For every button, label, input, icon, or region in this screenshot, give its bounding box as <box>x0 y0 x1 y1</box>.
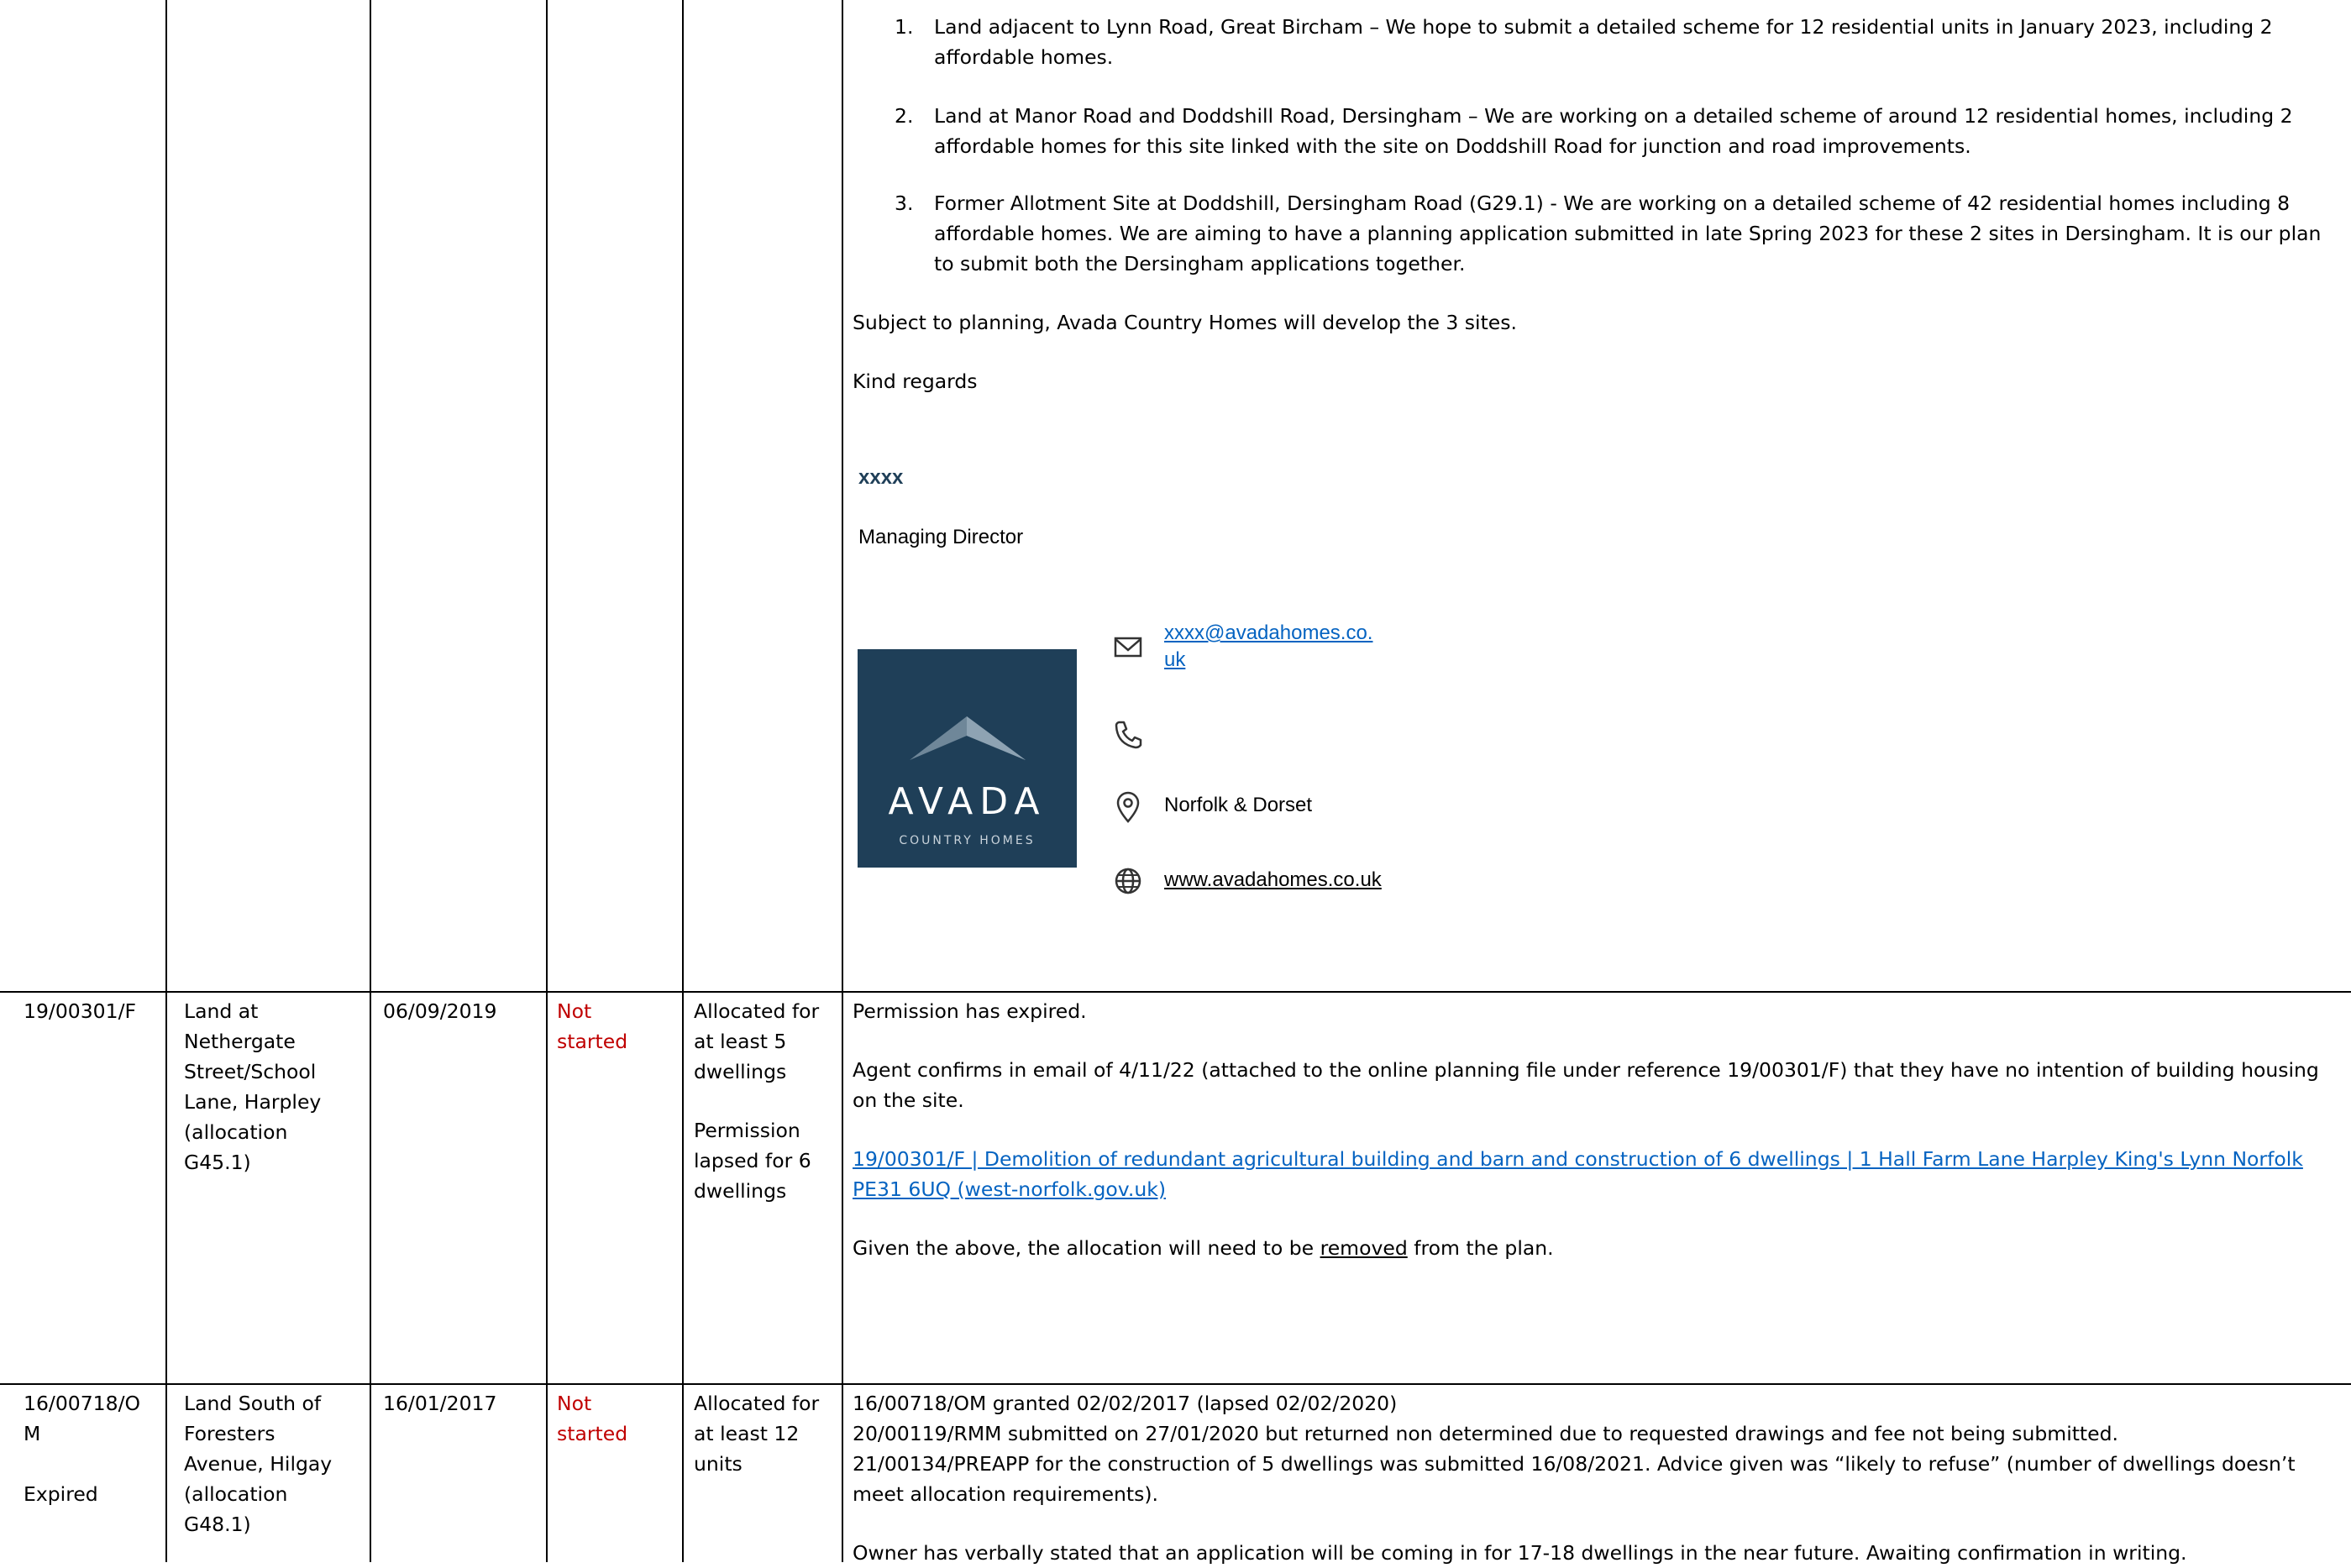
list-item: 3. Former Allotment Site at Doddshill, D… <box>853 188 2339 279</box>
signature-name: xxxx <box>858 466 904 489</box>
list-item-text: Former Allotment Site at Doddshill, Ders… <box>934 191 2322 275</box>
list-item: 1. Land adjacent to Lynn Road, Great Bir… <box>853 12 2339 72</box>
col-divider <box>370 0 371 1562</box>
globe-icon <box>1115 868 1141 894</box>
hilgay-site: Land South of Foresters Avenue, Hilgay (… <box>184 1392 333 1536</box>
harpley-status: Not started <box>557 999 628 1053</box>
signature-role: Managing Director <box>858 526 1024 548</box>
row-divider <box>0 1383 2351 1385</box>
website-link[interactable]: www.avadahomes.co.uk <box>1164 867 1382 894</box>
hilgay-ref: 16/00718/O M Expired <box>24 1392 140 1506</box>
phone-icon <box>1115 721 1142 749</box>
location-text: Norfolk & Dorset <box>1164 794 1313 816</box>
col-divider <box>842 0 843 1562</box>
hilgay-comments: 16/00718/OM granted 02/02/2017 (lapsed 0… <box>853 1392 2296 1565</box>
subject-text: Subject to planning, Avada Country Homes… <box>853 311 1517 334</box>
hilgay-allocation: Allocated for at least 12 units <box>694 1392 820 1476</box>
removal-note: Given the above, the allocation will nee… <box>853 1236 1554 1260</box>
col-divider <box>546 0 548 1562</box>
avada-logo: AVADA COUNTRY HOMES <box>858 649 1077 868</box>
harpley-site: Land at Nethergate Street/School Lane, H… <box>184 999 322 1174</box>
hilgay-status: Not started <box>557 1392 628 1445</box>
logo-wordmark: AVADA <box>888 780 1047 823</box>
list-item-text: Land at Manor Road and Doddshill Road, D… <box>934 104 2293 158</box>
planning-file-link[interactable]: 19/00301/F | Demolition of redundant agr… <box>853 1144 2339 1204</box>
location-pin-icon <box>1116 791 1140 823</box>
col-divider <box>165 0 167 1562</box>
harpley-allocation: Allocated for at least 5 dwellings Permi… <box>694 999 820 1203</box>
logo-subtitle: COUNTRY HOMES <box>899 834 1036 847</box>
list-item: 2. Land at Manor Road and Doddshill Road… <box>853 101 2339 161</box>
col-divider <box>682 0 684 1562</box>
harpley-comments: Permission has expired. Agent confirms i… <box>853 996 2339 1263</box>
harpley-date: 06/09/2019 <box>383 999 497 1023</box>
mail-icon <box>1114 637 1142 658</box>
list-item-text: Land adjacent to Lynn Road, Great Bircha… <box>934 15 2273 69</box>
harpley-ref: 19/00301/F <box>24 999 137 1023</box>
email-link[interactable]: xxxx@avadahomes.co. uk <box>1164 620 1372 674</box>
row-divider <box>0 991 2351 993</box>
hilgay-date: 16/01/2017 <box>383 1392 497 1415</box>
regards-text: Kind regards <box>853 370 978 393</box>
planning-table: 1. Land adjacent to Lynn Road, Great Bir… <box>0 0 2351 1565</box>
